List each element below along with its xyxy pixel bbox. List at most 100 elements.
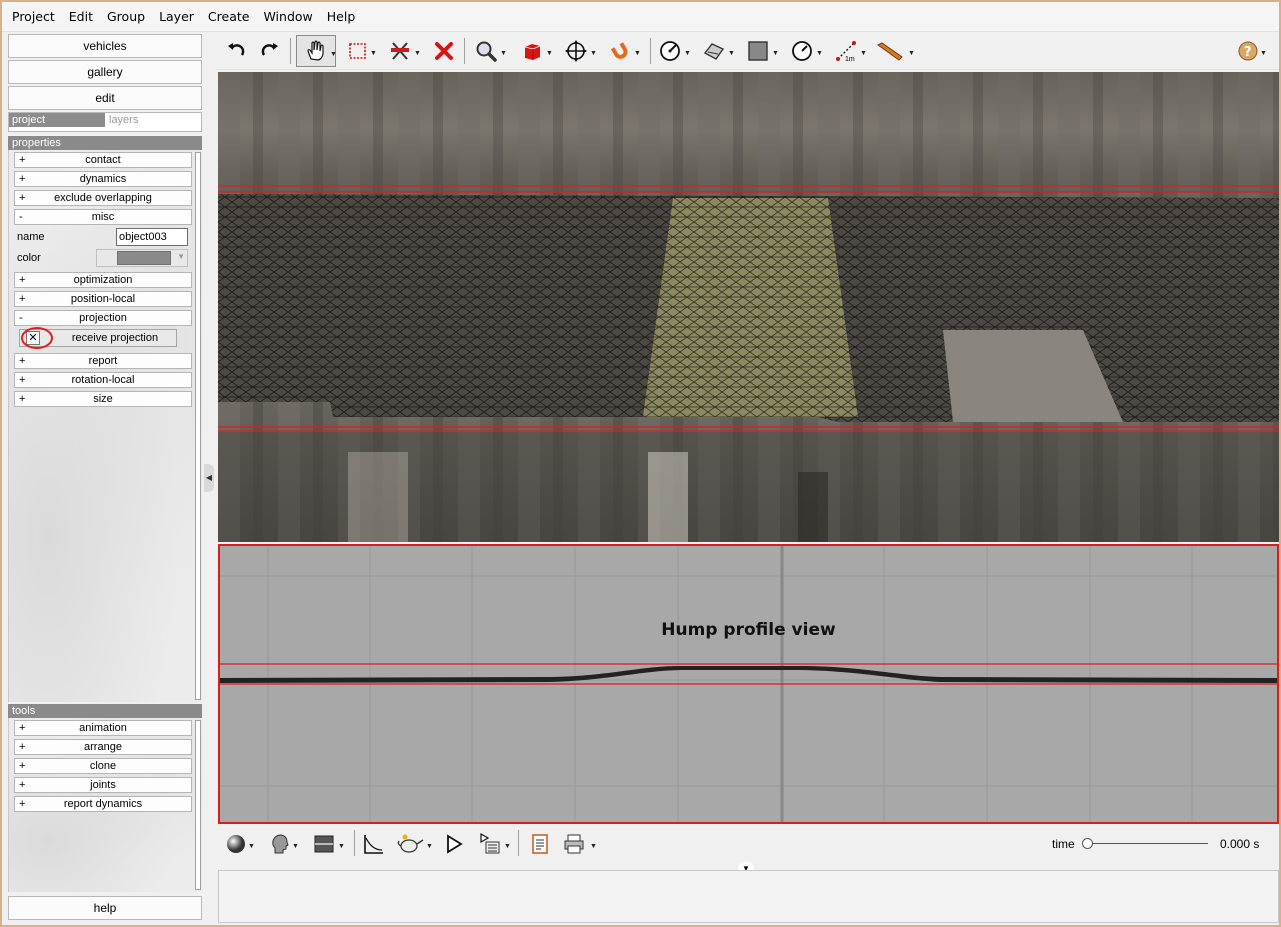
menu-window[interactable]: Window — [257, 2, 318, 32]
menu-project[interactable]: Project — [6, 2, 61, 32]
tool-report-dynamics[interactable]: + report dynamics — [14, 796, 192, 812]
menu-group[interactable]: Group — [101, 2, 151, 32]
cube-icon[interactable]: ▼ — [516, 35, 553, 67]
head-icon[interactable]: ▼ — [264, 828, 299, 860]
layout-icon[interactable]: ▼ — [308, 828, 345, 860]
tab-project[interactable]: project — [9, 113, 105, 127]
prop-exclude-overlapping[interactable]: + exclude overlapping — [14, 190, 192, 206]
tools-scrollbar[interactable] — [195, 720, 201, 890]
undo-icon[interactable] — [220, 35, 252, 67]
pencil-icon[interactable]: ▼ — [874, 35, 915, 67]
panel-tabs: project layers — [8, 112, 202, 132]
time-slider-track[interactable] — [1088, 843, 1208, 844]
square-icon[interactable]: ▼ — [742, 35, 779, 67]
delete-icon[interactable] — [428, 35, 460, 67]
expand-sign: + — [19, 374, 26, 386]
tool-label: animation — [79, 722, 127, 734]
time-label: time — [1052, 837, 1075, 851]
gallery-button[interactable]: gallery — [8, 60, 202, 84]
expand-sign: + — [19, 760, 26, 772]
graph-icon[interactable] — [358, 828, 390, 860]
collapse-sign: - — [19, 312, 23, 324]
menu-bar: Project Edit Group Layer Create Window H… — [2, 2, 1279, 32]
main-toolbar: ▼ ▼ ▼ ▼ ▼ ▼ ▼ ▼ ▼ ▼ ▼ 1m ▼ ▼ ? ▼ — [216, 32, 1279, 70]
properties-header: properties — [8, 136, 202, 150]
vehicles-button[interactable]: vehicles — [8, 34, 202, 58]
prop-optimization[interactable]: + optimization — [14, 272, 192, 288]
3d-viewport[interactable] — [218, 72, 1279, 542]
terrain-icon[interactable]: ▼ — [698, 35, 735, 67]
tool-animation[interactable]: + animation — [14, 720, 192, 736]
receive-projection-label: receive projection — [71, 332, 159, 344]
expand-sign: + — [19, 355, 26, 367]
move-icon[interactable]: ▼ — [560, 35, 597, 67]
expand-sign: + — [19, 154, 26, 166]
time-slider-handle[interactable] — [1082, 838, 1093, 849]
expand-sign: + — [19, 293, 26, 305]
receive-projection-toggle[interactable]: ✕ receive projection — [19, 327, 177, 349]
hump-profile-view[interactable]: Hump profile view — [218, 544, 1279, 824]
prop-contact[interactable]: + contact — [14, 152, 192, 168]
menu-layer[interactable]: Layer — [153, 2, 200, 32]
tool-joints[interactable]: + joints — [14, 777, 192, 793]
rotate-icon[interactable]: ▼ — [654, 35, 691, 67]
prop-label: contact — [85, 154, 121, 166]
printer-icon[interactable]: ▼ — [558, 828, 597, 860]
menu-edit[interactable]: Edit — [63, 2, 99, 32]
tools-header: tools — [8, 704, 202, 718]
expand-sign: + — [19, 798, 26, 810]
prop-report[interactable]: + report — [14, 353, 192, 369]
tool-label: joints — [90, 779, 116, 791]
prop-projection[interactable]: - projection — [14, 310, 192, 326]
play-icon[interactable] — [438, 828, 470, 860]
menu-help[interactable]: Help — [321, 2, 362, 32]
zoom-icon[interactable]: ▼ — [470, 35, 507, 67]
expand-sign: + — [19, 779, 26, 791]
gauge-icon[interactable]: ▼ — [786, 35, 823, 67]
expand-sign: + — [19, 722, 26, 734]
prop-dynamics[interactable]: + dynamics — [14, 171, 192, 187]
hand-pan-icon[interactable]: ▼ — [296, 35, 337, 67]
prop-rotation-local[interactable]: + rotation-local — [14, 372, 192, 388]
name-field[interactable] — [116, 228, 188, 246]
properties-scrollbar[interactable] — [195, 152, 201, 700]
prop-misc[interactable]: - misc — [14, 209, 192, 225]
play-list-icon[interactable]: ▼ — [474, 828, 511, 860]
tab-layers[interactable]: layers — [106, 113, 201, 127]
collapse-sign: - — [19, 211, 23, 223]
collapse-panel-handle[interactable]: ◀ — [204, 464, 214, 492]
expand-sign: + — [19, 192, 26, 204]
menu-create[interactable]: Create — [202, 2, 256, 32]
tools-list: + animation + arrange + clone + joints + repo… — [8, 718, 202, 892]
prop-size[interactable]: + size — [14, 391, 192, 407]
report-icon[interactable] — [524, 828, 556, 860]
cut-icon[interactable]: ▼ — [384, 35, 421, 67]
teapot-icon[interactable]: ▼ — [394, 828, 433, 860]
color-picker[interactable]: ▼ — [96, 249, 188, 267]
expand-sign: + — [19, 741, 26, 753]
bottom-toolbar: ▼ ▼ ▼ ▼ ▼ ▼ time 0.000 s — [216, 826, 1279, 862]
expand-sign: + — [19, 393, 26, 405]
prop-label: optimization — [73, 274, 133, 286]
prop-label: rotation-local — [71, 374, 135, 386]
tool-clone[interactable]: + clone — [14, 758, 192, 774]
prop-label: exclude overlapping — [54, 192, 152, 204]
prop-position-local[interactable]: + position-local — [14, 291, 192, 307]
measure-icon[interactable]: 1m ▼ — [830, 35, 867, 67]
svg-text:?: ? — [1244, 45, 1252, 60]
time-value: 0.000 s — [1220, 837, 1260, 851]
rectangle-select-icon[interactable]: ▼ — [342, 35, 377, 67]
svg-text:1m: 1m — [845, 56, 855, 63]
console-panel[interactable] — [218, 870, 1279, 923]
magnet-icon[interactable]: ▼ — [604, 35, 641, 67]
expand-sign: + — [19, 274, 26, 286]
help-button[interactable]: help — [8, 896, 202, 920]
sphere-icon[interactable]: ▼ — [220, 828, 255, 860]
help-icon[interactable]: ? ▼ — [1232, 35, 1267, 67]
highlight-circle — [21, 327, 53, 349]
redo-icon[interactable] — [254, 35, 286, 67]
tool-arrange[interactable]: + arrange — [14, 739, 192, 755]
chevron-down-icon: ▼ — [177, 252, 185, 261]
edit-button[interactable]: edit — [8, 86, 202, 110]
color-label: color — [17, 252, 41, 264]
